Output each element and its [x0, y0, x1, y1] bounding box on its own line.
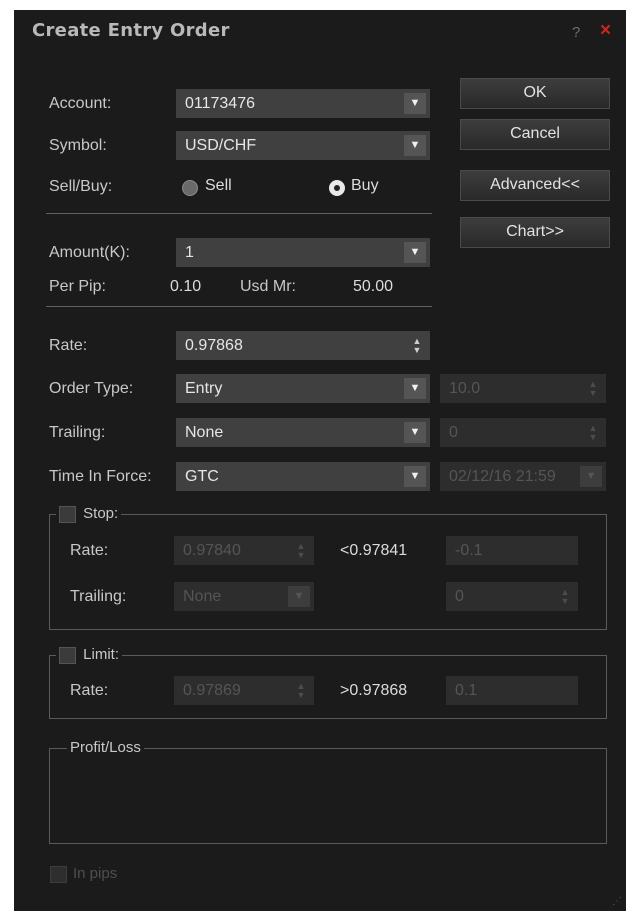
- trailing-value: None: [185, 424, 224, 441]
- advanced-button[interactable]: Advanced<<: [460, 170, 610, 201]
- cancel-button[interactable]: Cancel: [460, 119, 610, 150]
- separator: [46, 306, 432, 307]
- chevron-down-icon: ▼: [580, 466, 602, 487]
- rate-label: Rate:: [49, 337, 88, 354]
- stop-trailing-value: None: [183, 588, 222, 605]
- trailing-step-spinner[interactable]: 0 ▲ ▼: [440, 418, 606, 447]
- chevron-down-icon: ▼: [288, 586, 310, 607]
- limit-pips-field[interactable]: 0.1: [446, 676, 578, 705]
- stop-rate-label: Rate:: [70, 542, 109, 559]
- rate-value: 0.97868: [185, 337, 243, 354]
- buy-radio[interactable]: [329, 180, 345, 196]
- in-pips-label: In pips: [73, 865, 118, 882]
- amount-label: Amount(K):: [49, 244, 130, 261]
- in-pips-checkbox[interactable]: [50, 866, 67, 883]
- amount-value: 1: [185, 244, 194, 261]
- title-bar: Create Entry Order ? ×: [14, 10, 626, 54]
- trailing-select[interactable]: None ▼: [176, 418, 430, 447]
- profit-loss-legend: Profit/Loss: [67, 739, 144, 756]
- profit-loss-group: [49, 748, 607, 844]
- spin-arrows-icon: ▲ ▼: [296, 680, 306, 700]
- spin-arrows-icon: ▲ ▼: [588, 422, 598, 442]
- account-value: 01173476: [185, 95, 255, 112]
- chevron-down-icon[interactable]: ▼: [404, 466, 426, 487]
- usd-mr-label: Usd Mr:: [240, 278, 296, 295]
- account-label: Account:: [49, 95, 112, 112]
- stop-checkbox[interactable]: [59, 505, 76, 523]
- account-select[interactable]: 01173476 ▼: [176, 89, 430, 118]
- order-type-range-spinner[interactable]: 10.0 ▲ ▼: [440, 374, 606, 403]
- stop-rate-value: 0.97840: [183, 542, 241, 559]
- help-icon[interactable]: ?: [572, 24, 580, 41]
- stop-pips-field[interactable]: -0.1: [446, 536, 578, 565]
- stop-trailing-label: Trailing:: [70, 588, 127, 605]
- chevron-down-icon[interactable]: ▼: [404, 135, 426, 156]
- spin-arrows-icon: ▲ ▼: [560, 586, 570, 606]
- limit-condition: >0.97868: [340, 682, 408, 699]
- expire-date-select[interactable]: 02/12/16 21:59 ▼: [440, 462, 606, 491]
- spin-arrows-icon: ▲ ▼: [588, 378, 598, 398]
- spin-arrows-icon[interactable]: ▲ ▼: [412, 331, 422, 360]
- time-in-force-select[interactable]: GTC ▼: [176, 462, 430, 491]
- stop-condition: <0.97841: [340, 542, 408, 559]
- per-pip-label: Per Pip:: [49, 278, 106, 295]
- trailing-label: Trailing:: [49, 424, 106, 441]
- order-type-value: Entry: [185, 380, 223, 397]
- chart-button[interactable]: Chart>>: [460, 217, 610, 248]
- order-type-label: Order Type:: [49, 380, 134, 397]
- stop-legend: Stop:: [56, 505, 122, 523]
- limit-checkbox[interactable]: [59, 646, 76, 664]
- dialog-title: Create Entry Order: [32, 20, 230, 41]
- stop-group: [49, 514, 607, 630]
- order-type-range-value: 10.0: [449, 380, 481, 397]
- time-in-force-label: Time In Force:: [49, 468, 152, 485]
- spin-arrows-icon: ▲ ▼: [296, 540, 306, 560]
- order-type-select[interactable]: Entry ▼: [176, 374, 430, 403]
- time-in-force-value: GTC: [185, 468, 219, 485]
- symbol-value: USD/CHF: [185, 137, 257, 154]
- chevron-down-icon[interactable]: ▼: [404, 422, 426, 443]
- ok-button[interactable]: OK: [460, 78, 610, 109]
- limit-rate-value: 0.97869: [183, 682, 241, 699]
- usd-mr-value: 50.00: [353, 278, 394, 295]
- amount-select[interactable]: 1 ▼: [176, 238, 430, 267]
- limit-legend: Limit:: [56, 646, 123, 664]
- limit-rate-spinner[interactable]: 0.97869 ▲ ▼: [174, 676, 314, 705]
- create-entry-order-dialog: Create Entry Order ? × Account: 01173476…: [14, 10, 626, 911]
- per-pip-value: 0.10: [170, 278, 202, 295]
- symbol-label: Symbol:: [49, 137, 107, 154]
- stop-trailing-step-spinner[interactable]: 0 ▲ ▼: [446, 582, 578, 611]
- stop-trailing-step-value: 0: [455, 588, 464, 605]
- expire-date-value: 02/12/16 21:59: [449, 468, 556, 485]
- sell-radio[interactable]: [182, 180, 198, 196]
- trailing-step-value: 0: [449, 424, 458, 441]
- limit-pips-value: 0.1: [455, 682, 478, 699]
- stop-rate-spinner[interactable]: 0.97840 ▲ ▼: [174, 536, 314, 565]
- limit-label: Limit:: [83, 646, 120, 663]
- limit-rate-label: Rate:: [70, 682, 109, 699]
- stop-trailing-select[interactable]: None ▼: [174, 582, 314, 611]
- close-icon[interactable]: ×: [600, 21, 611, 40]
- symbol-select[interactable]: USD/CHF ▼: [176, 131, 430, 160]
- resize-grip-icon[interactable]: ⋰: [612, 896, 624, 908]
- stop-label: Stop:: [83, 505, 119, 522]
- chevron-down-icon[interactable]: ▼: [404, 93, 426, 114]
- sell-radio-label: Sell: [205, 177, 232, 194]
- chevron-down-icon[interactable]: ▼: [404, 378, 426, 399]
- stop-pips-value: -0.1: [455, 542, 483, 559]
- separator: [46, 213, 432, 214]
- rate-spinner[interactable]: 0.97868 ▲ ▼: [176, 331, 430, 360]
- buy-radio-label: Buy: [351, 177, 379, 194]
- chevron-down-icon[interactable]: ▼: [404, 242, 426, 263]
- sell-buy-label: Sell/Buy:: [49, 178, 113, 195]
